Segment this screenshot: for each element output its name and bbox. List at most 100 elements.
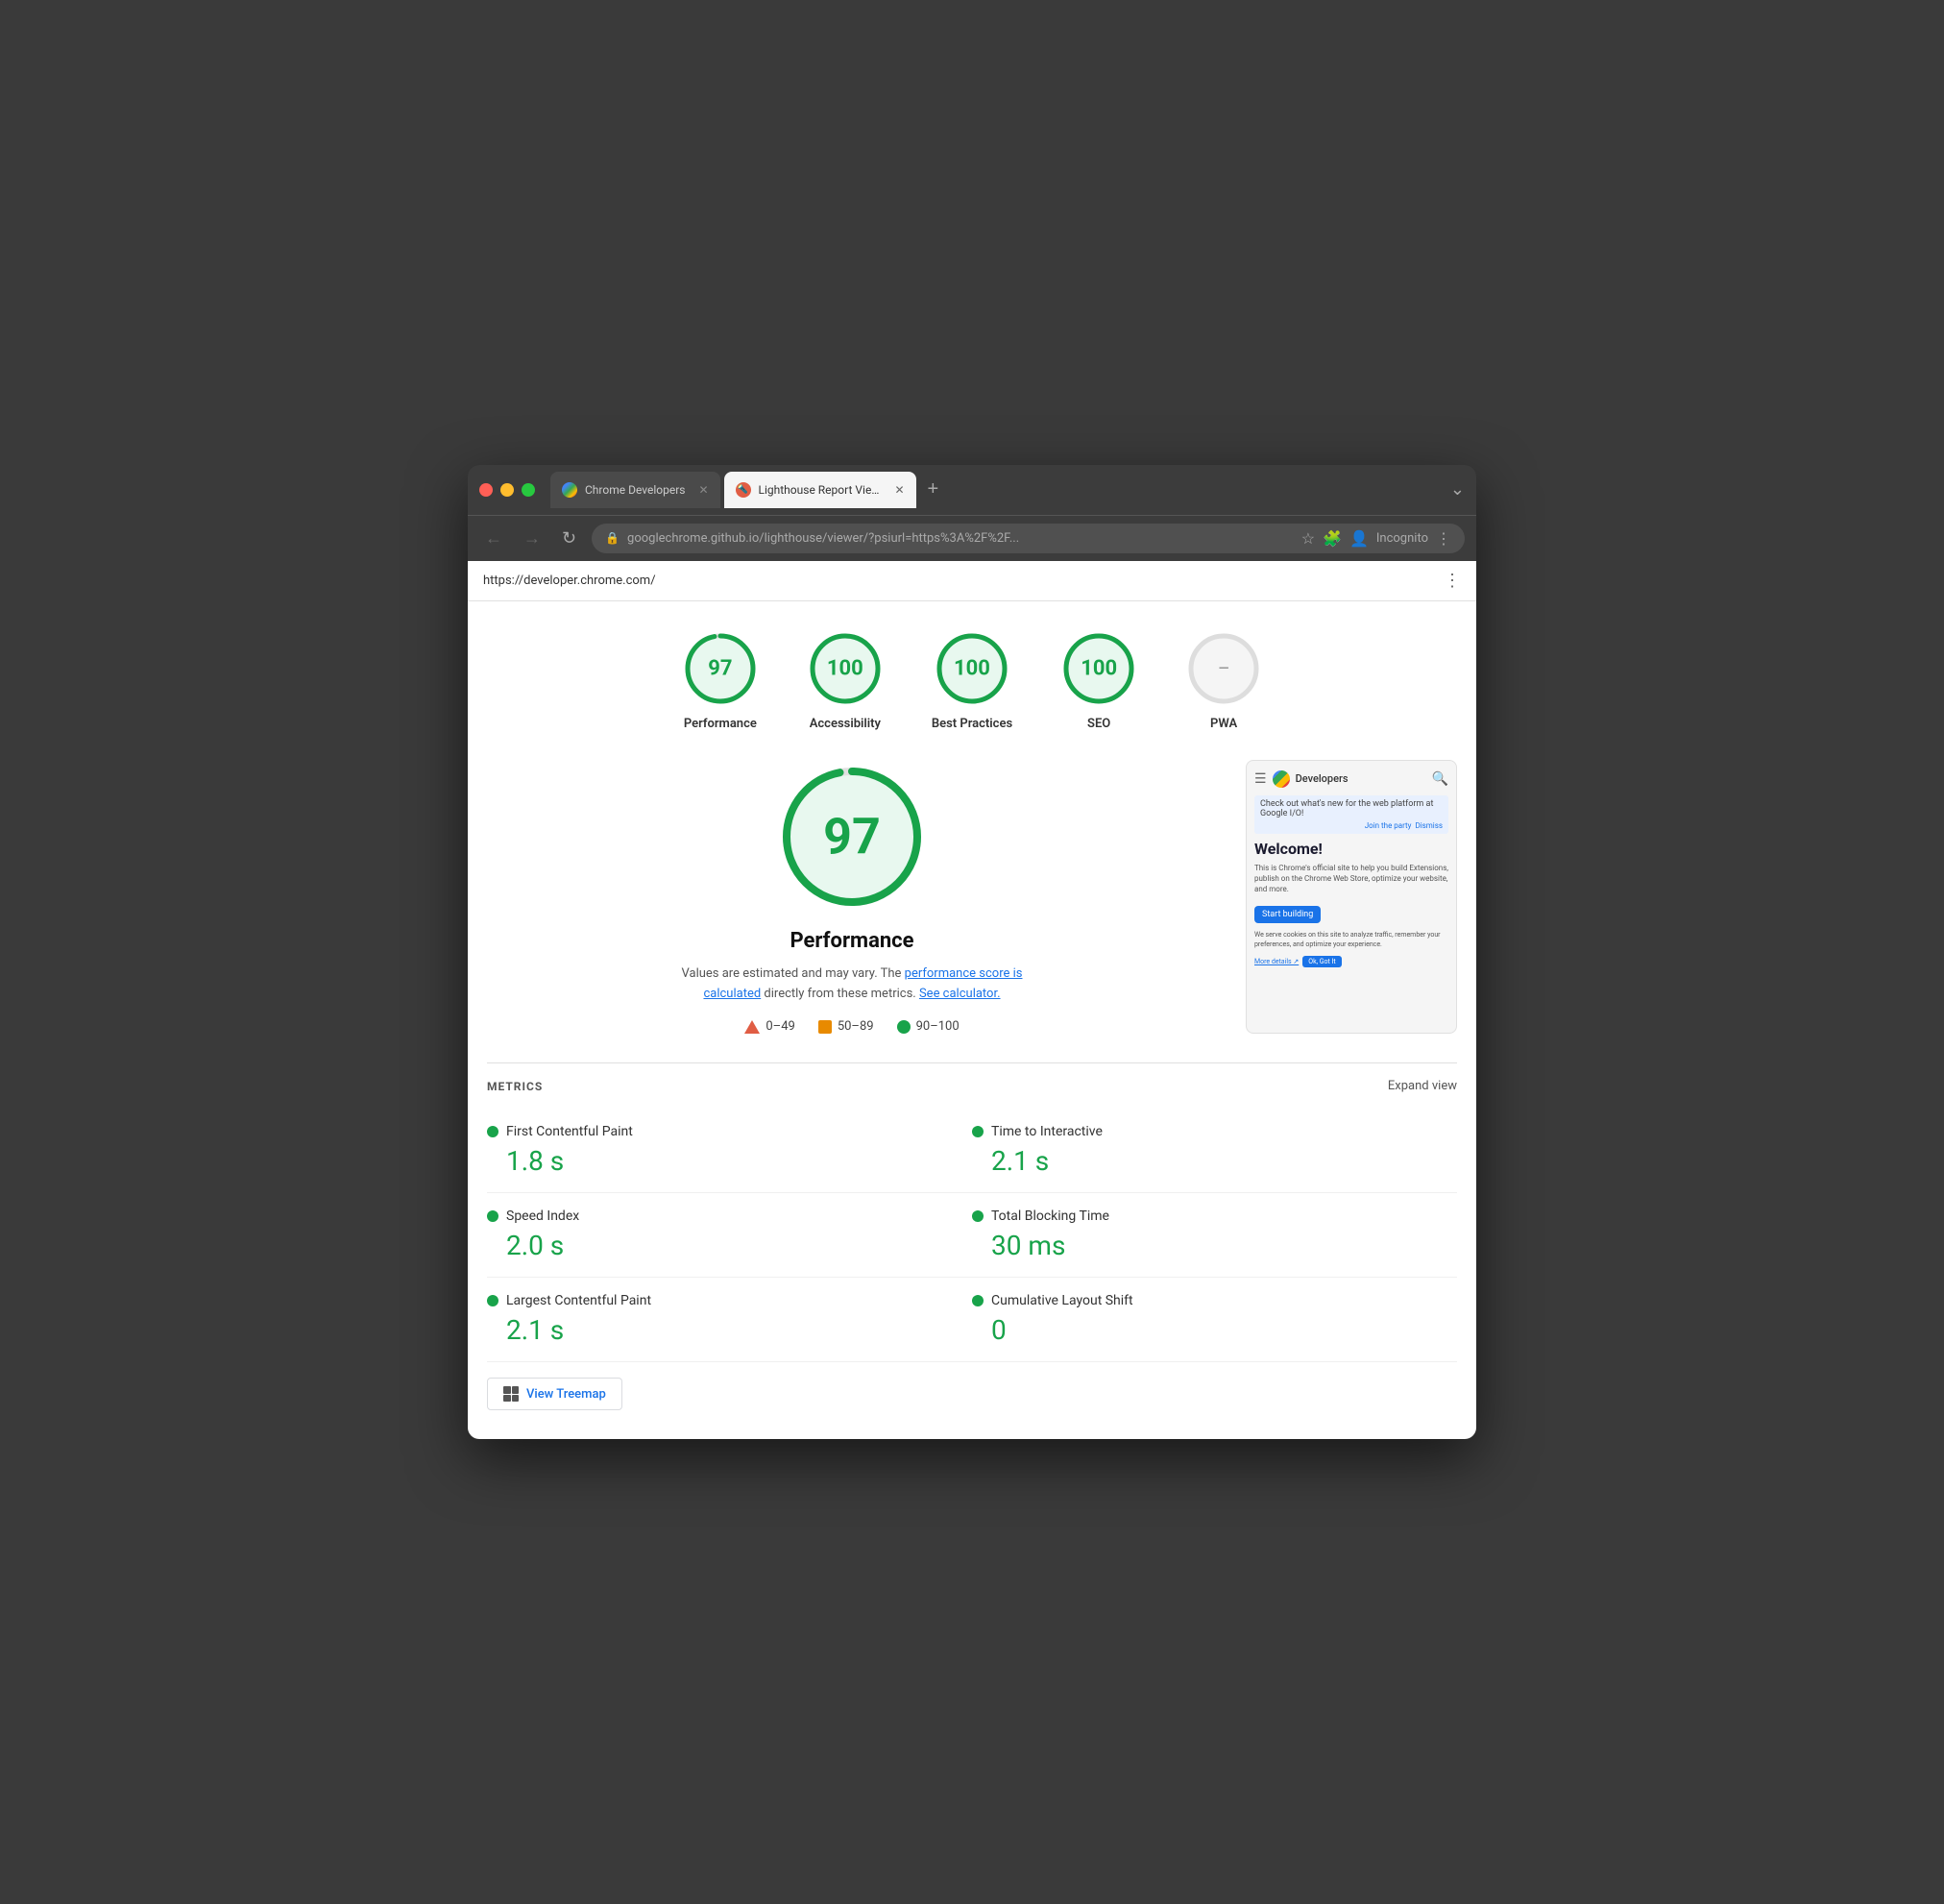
popup-bar: https://developer.chrome.com/ ⋮ bbox=[468, 561, 1476, 601]
scores-row: 97 Performance 100 Accessibility bbox=[487, 630, 1457, 731]
reload-button[interactable]: ↻ bbox=[556, 526, 582, 550]
new-tab-button[interactable]: + bbox=[920, 475, 947, 504]
minimize-button[interactable] bbox=[500, 483, 514, 497]
screenshot-content: ☰ Developers 🔍 Check out what's new for … bbox=[1247, 761, 1456, 977]
metric-tbt-label-row: Total Blocking Time bbox=[972, 1208, 1457, 1224]
score-accessibility[interactable]: 100 Accessibility bbox=[807, 630, 884, 731]
incognito-icon: 👤 bbox=[1349, 529, 1369, 548]
incognito-label: Incognito bbox=[1376, 531, 1428, 546]
mock-nav-bar: ☰ Developers 🔍 bbox=[1254, 770, 1448, 788]
metric-tti-dot bbox=[972, 1126, 984, 1137]
seo-score: 100 bbox=[1081, 656, 1117, 680]
metric-si-label-row: Speed Index bbox=[487, 1208, 972, 1224]
popup-more-icon[interactable]: ⋮ bbox=[1444, 571, 1461, 591]
back-button[interactable]: ← bbox=[479, 526, 508, 550]
metric-si-name: Speed Index bbox=[506, 1208, 579, 1224]
tab-chrome-developers[interactable]: Chrome Developers ✕ bbox=[550, 472, 720, 508]
metric-si-value: 2.0 s bbox=[487, 1230, 972, 1261]
lighthouse-tab-label: Lighthouse Report Viewer bbox=[759, 483, 882, 497]
forward-button[interactable]: → bbox=[518, 526, 547, 550]
extension-icon[interactable]: 🧩 bbox=[1323, 529, 1342, 548]
score-pwa[interactable]: — PWA bbox=[1185, 630, 1262, 731]
green-circle-icon bbox=[897, 1020, 911, 1034]
chrome-tab-label: Chrome Developers bbox=[585, 483, 685, 497]
accessibility-score: 100 bbox=[827, 656, 863, 680]
lighthouse-tab-close[interactable]: ✕ bbox=[894, 483, 904, 497]
score-best-practices[interactable]: 100 Best Practices bbox=[932, 630, 1012, 731]
close-button[interactable] bbox=[479, 483, 493, 497]
metric-tbt-value: 30 ms bbox=[972, 1230, 1457, 1261]
metric-tbt-name: Total Blocking Time bbox=[991, 1208, 1109, 1224]
mock-chrome-logo bbox=[1273, 770, 1290, 788]
legend-green: 90–100 bbox=[897, 1019, 960, 1034]
pwa-score: — bbox=[1219, 661, 1229, 676]
performance-section: 97 Performance Values are estimated and … bbox=[487, 760, 1457, 1035]
metrics-divider bbox=[487, 1062, 1457, 1063]
best-practices-label: Best Practices bbox=[932, 717, 1012, 731]
chrome-tab-favicon bbox=[562, 482, 577, 498]
big-performance-circle: 97 bbox=[775, 760, 929, 914]
bookmark-icon[interactable]: ☆ bbox=[1301, 529, 1315, 548]
mock-site-title: Developers bbox=[1296, 772, 1349, 785]
metric-lcp-label-row: Largest Contentful Paint bbox=[487, 1293, 972, 1308]
performance-score: 97 bbox=[708, 656, 732, 680]
metric-cls-name: Cumulative Layout Shift bbox=[991, 1293, 1133, 1308]
metric-si: Speed Index 2.0 s bbox=[487, 1193, 972, 1278]
metric-lcp-name: Largest Contentful Paint bbox=[506, 1293, 651, 1308]
main-content: 97 Performance 100 Accessibility bbox=[468, 601, 1476, 1440]
pwa-circle: — bbox=[1185, 630, 1262, 707]
legend-orange: 50–89 bbox=[818, 1019, 874, 1034]
mock-search-icon: 🔍 bbox=[1432, 771, 1448, 787]
titlebar: Chrome Developers ✕ 🔦 Lighthouse Report … bbox=[468, 465, 1476, 515]
browser-window: Chrome Developers ✕ 🔦 Lighthouse Report … bbox=[468, 465, 1476, 1440]
metric-tti-value: 2.1 s bbox=[972, 1145, 1457, 1177]
metric-lcp-value: 2.1 s bbox=[487, 1314, 972, 1346]
performance-label: Performance bbox=[684, 717, 757, 731]
metric-lcp: Largest Contentful Paint 2.1 s bbox=[487, 1278, 972, 1362]
metric-tti: Time to Interactive 2.1 s bbox=[972, 1109, 1457, 1193]
mock-banner-buttons: Join the party Dismiss bbox=[1260, 821, 1443, 830]
metrics-grid: First Contentful Paint 1.8 s Time to Int… bbox=[487, 1109, 1457, 1362]
best-practices-circle: 100 bbox=[934, 630, 1010, 707]
performance-left: 97 Performance Values are estimated and … bbox=[487, 760, 1217, 1035]
metrics-header: METRICS Expand view bbox=[487, 1079, 1457, 1093]
url-text: googlechrome.github.io/lighthouse/viewer… bbox=[627, 531, 1019, 546]
maximize-button[interactable] bbox=[522, 483, 535, 497]
url-actions: ☆ 🧩 👤 Incognito ⋮ bbox=[1301, 529, 1451, 548]
big-performance-score: 97 bbox=[823, 807, 881, 866]
expand-view-button[interactable]: Expand view bbox=[1388, 1079, 1457, 1093]
more-options-icon[interactable]: ⋮ bbox=[1436, 529, 1451, 548]
metric-tti-name: Time to Interactive bbox=[991, 1124, 1103, 1139]
mock-cookie-text: We serve cookies on this site to analyze… bbox=[1254, 931, 1448, 950]
score-legend: 0–49 50–89 90–100 bbox=[744, 1019, 959, 1034]
traffic-lights bbox=[479, 483, 535, 497]
mock-details-link: More details ↗ bbox=[1254, 958, 1299, 965]
calculator-link[interactable]: See calculator. bbox=[919, 987, 1001, 1001]
popup-url: https://developer.chrome.com/ bbox=[483, 574, 656, 588]
metric-cls-value: 0 bbox=[972, 1314, 1457, 1346]
view-treemap-button[interactable]: View Treemap bbox=[487, 1378, 622, 1410]
mock-welcome-text: Welcome! bbox=[1254, 840, 1448, 858]
mock-cookie-buttons: More details ↗ Ok, Got It bbox=[1254, 956, 1448, 967]
tab-menu-button[interactable]: ⌄ bbox=[1450, 479, 1465, 500]
address-bar: ← → ↻ 🔒 googlechrome.github.io/lighthous… bbox=[468, 515, 1476, 561]
score-performance[interactable]: 97 Performance bbox=[682, 630, 759, 731]
metric-cls: Cumulative Layout Shift 0 bbox=[972, 1278, 1457, 1362]
chrome-tab-close[interactable]: ✕ bbox=[698, 483, 708, 497]
mock-cta-btn: Start building bbox=[1254, 906, 1321, 923]
mock-body-text: This is Chrome's official site to help y… bbox=[1254, 863, 1448, 895]
mock-join-btn: Join the party bbox=[1365, 821, 1412, 830]
url-bar[interactable]: 🔒 googlechrome.github.io/lighthouse/view… bbox=[592, 524, 1465, 553]
mock-banner: Check out what's new for the web platfor… bbox=[1254, 795, 1448, 834]
metric-fcp-dot bbox=[487, 1126, 498, 1137]
metric-fcp: First Contentful Paint 1.8 s bbox=[487, 1109, 972, 1193]
page-screenshot: ☰ Developers 🔍 Check out what's new for … bbox=[1246, 760, 1457, 1035]
mock-banner-text: Check out what's new for the web platfor… bbox=[1260, 799, 1443, 818]
tab-lighthouse-viewer[interactable]: 🔦 Lighthouse Report Viewer ✕ bbox=[724, 472, 916, 508]
pwa-label: PWA bbox=[1210, 717, 1237, 731]
metric-tbt: Total Blocking Time 30 ms bbox=[972, 1193, 1457, 1278]
metric-fcp-value: 1.8 s bbox=[487, 1145, 972, 1177]
mock-ok-btn: Ok, Got It bbox=[1302, 956, 1341, 967]
orange-square-icon bbox=[818, 1020, 832, 1034]
score-seo[interactable]: 100 SEO bbox=[1060, 630, 1137, 731]
